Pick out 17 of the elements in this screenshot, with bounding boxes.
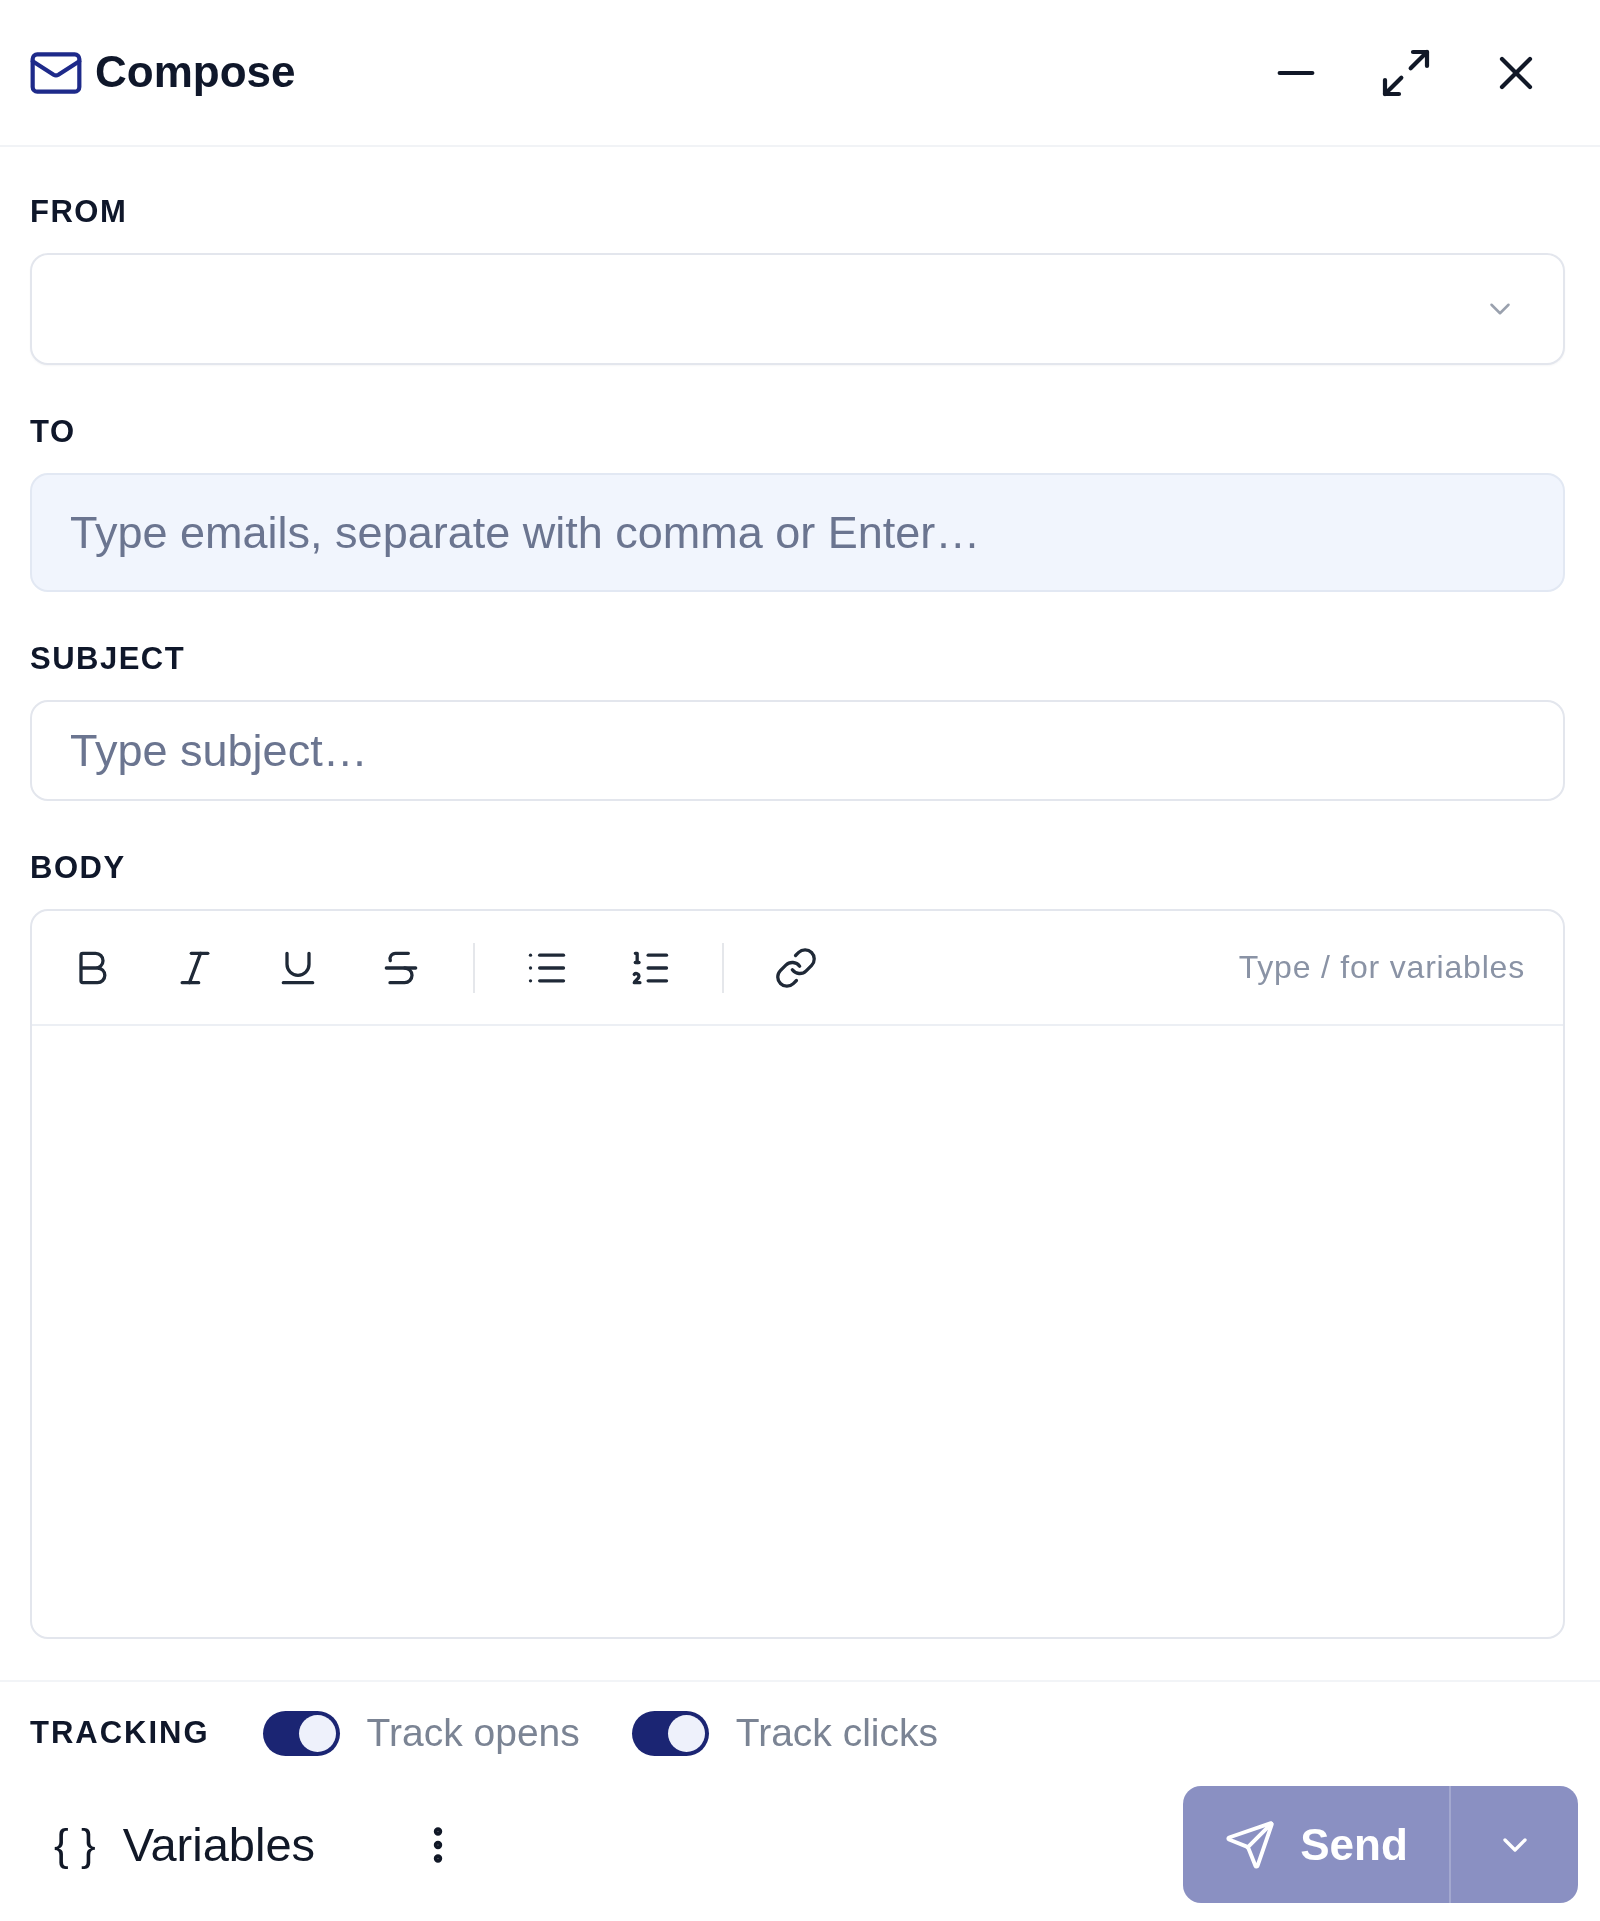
link-icon[interactable] (774, 945, 818, 990)
field-label: TO (30, 413, 76, 450)
variables-hint: Type / for variables (1238, 949, 1525, 986)
toggle-switch[interactable] (262, 1710, 340, 1756)
field-label: SUBJECT (30, 640, 186, 677)
toggle-switch[interactable] (631, 1710, 709, 1756)
field-label: FROM (30, 193, 128, 230)
subject-input-field[interactable]: Type subject… (30, 700, 1565, 801)
toggle-label: Track clicks (735, 1711, 938, 1755)
window-title: Compose (95, 46, 296, 99)
recipients-input-field[interactable]: Type emails, separate with comma or Enter… (30, 473, 1565, 592)
toggle-label: Track opens (366, 1711, 580, 1755)
variables-button[interactable]: { } Variables (54, 1817, 316, 1872)
tracking-label: TRACKING (30, 1715, 210, 1751)
send-icon (1224, 1818, 1277, 1871)
field-label: BODY (30, 849, 126, 886)
braces-icon: { } (54, 1819, 96, 1870)
